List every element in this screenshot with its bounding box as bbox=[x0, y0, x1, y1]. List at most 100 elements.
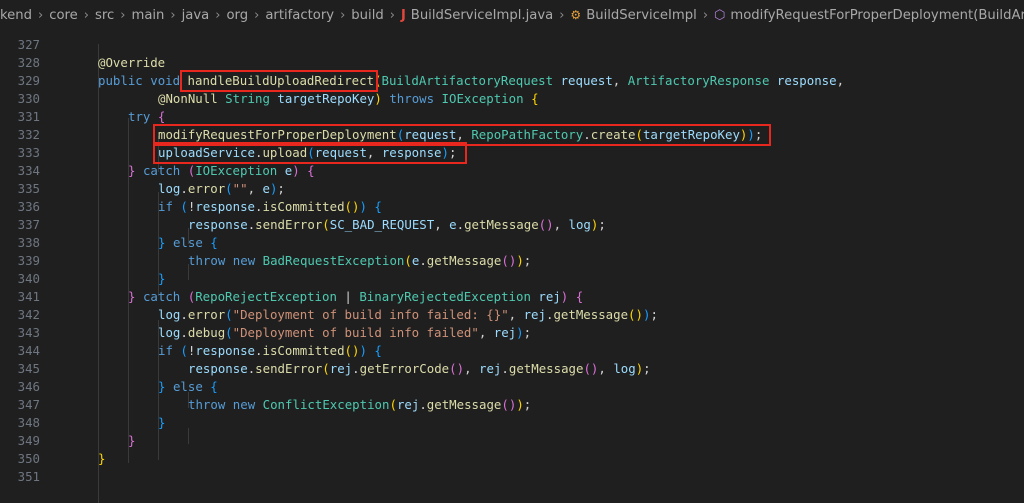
code-line[interactable]: 336 if (!response.isCommitted()) { bbox=[0, 198, 1024, 216]
method-call: getMessage bbox=[426, 253, 502, 268]
keyword: void bbox=[150, 73, 181, 88]
code-line[interactable]: 342 log.error("Deployment of build info … bbox=[0, 306, 1024, 324]
type-name: BinaryRejectedException bbox=[359, 289, 531, 304]
highlight-box-upload bbox=[153, 142, 467, 164]
line-number: 351 bbox=[17, 469, 40, 484]
code-line[interactable]: 327 bbox=[0, 36, 1024, 54]
keyword: throw bbox=[188, 253, 226, 268]
keyword: throw bbox=[188, 397, 226, 412]
variable: log bbox=[568, 217, 591, 232]
code-line[interactable]: 330 @NonNull String targetRepoKey) throw… bbox=[0, 90, 1024, 108]
variable: rej bbox=[493, 325, 517, 340]
code-line[interactable]: 329 public void handleBuildUploadRedirec… bbox=[0, 72, 1024, 90]
type-name: BadRequestException bbox=[262, 253, 405, 268]
code-line[interactable]: 350 } bbox=[0, 450, 1024, 468]
code-line[interactable]: 346 } else { bbox=[0, 378, 1024, 396]
breadcrumb-item-backend[interactable]: kend bbox=[0, 8, 32, 23]
breadcrumb-item-file[interactable]: BuildServiceImpl.java bbox=[411, 8, 553, 23]
code-line[interactable]: 344 if (!response.isCommitted()) { bbox=[0, 342, 1024, 360]
line-number: 331 bbox=[17, 109, 40, 124]
chevron-right-icon: › bbox=[254, 7, 260, 23]
type-name: IOException bbox=[441, 91, 524, 106]
line-number: 341 bbox=[17, 289, 40, 304]
chevron-right-icon: › bbox=[340, 7, 346, 23]
type-name: ConflictException bbox=[262, 397, 390, 412]
line-number: 343 bbox=[17, 325, 40, 340]
method-call: getErrorCode bbox=[359, 361, 450, 376]
method-call: getMessage bbox=[553, 307, 629, 322]
code-line[interactable]: 347 throw new ConflictException(rej.getM… bbox=[0, 396, 1024, 414]
code-line[interactable]: 339 throw new BadRequestException(e.getM… bbox=[0, 252, 1024, 270]
code-editor[interactable]: 327 328 @Override 329 public void handle… bbox=[0, 30, 1024, 503]
line-number: 344 bbox=[17, 343, 40, 358]
variable: rej bbox=[329, 361, 353, 376]
variable: log bbox=[158, 325, 181, 340]
line-number: 336 bbox=[17, 199, 40, 214]
class-symbol-icon: ⚙ bbox=[570, 8, 582, 22]
keyword: catch bbox=[142, 289, 181, 304]
line-number: 327 bbox=[17, 37, 40, 52]
breadcrumb-item-class[interactable]: BuildServiceImpl bbox=[586, 8, 697, 23]
method-call: debug bbox=[187, 325, 226, 340]
type-name: String bbox=[225, 91, 270, 106]
variable: rej bbox=[538, 289, 561, 304]
line-number: 350 bbox=[17, 451, 40, 466]
breadcrumb-item-artifactory[interactable]: artifactory bbox=[265, 8, 334, 23]
parameter: targetRepoKey bbox=[277, 91, 375, 106]
code-line[interactable]: 337 response.sendError(SC_BAD_REQUEST, e… bbox=[0, 216, 1024, 234]
java-file-icon: J bbox=[400, 7, 406, 23]
code-line[interactable]: 340 } bbox=[0, 270, 1024, 288]
method-call: sendError bbox=[255, 217, 323, 232]
variable: rej bbox=[523, 307, 546, 322]
chevron-right-icon: › bbox=[389, 7, 395, 23]
chevron-right-icon: › bbox=[83, 7, 89, 23]
breadcrumb-item-method[interactable]: modifyRequestForProperDeployment(BuildAr… bbox=[730, 8, 1024, 23]
code-line[interactable]: 335 log.error("", e); bbox=[0, 180, 1024, 198]
variable: response bbox=[195, 199, 256, 214]
line-number: 342 bbox=[17, 307, 40, 322]
chevron-right-icon: › bbox=[120, 7, 126, 23]
code-line[interactable]: 349 } bbox=[0, 432, 1024, 450]
code-line[interactable]: 341 } catch (RepoRejectException | Binar… bbox=[0, 288, 1024, 306]
breadcrumb: kend › core › src › main › java › org › … bbox=[0, 0, 1024, 30]
keyword: throws bbox=[389, 91, 435, 106]
variable: e bbox=[262, 181, 270, 196]
code-line[interactable]: 328 @Override bbox=[0, 54, 1024, 72]
breadcrumb-item-org[interactable]: org bbox=[226, 8, 248, 23]
keyword: new bbox=[232, 253, 256, 268]
line-number: 329 bbox=[17, 73, 40, 88]
keyword: try bbox=[128, 109, 151, 124]
string-literal: "" bbox=[232, 181, 248, 196]
code-line[interactable]: 348 } bbox=[0, 414, 1024, 432]
variable: log bbox=[158, 181, 181, 196]
code-line[interactable]: 345 response.sendError(rej.getErrorCode(… bbox=[0, 360, 1024, 378]
line-number: 334 bbox=[17, 163, 40, 178]
method-call: getMessage bbox=[426, 397, 502, 412]
line-number: 339 bbox=[17, 253, 40, 268]
breadcrumb-item-java[interactable]: java bbox=[182, 8, 210, 23]
line-number: 332 bbox=[17, 127, 40, 142]
annotation: @NonNull bbox=[158, 91, 218, 106]
code-line[interactable]: 338 } else { bbox=[0, 234, 1024, 252]
line-number: 335 bbox=[17, 181, 40, 196]
chevron-right-icon: › bbox=[38, 7, 44, 23]
keyword: catch bbox=[142, 163, 181, 178]
breadcrumb-item-main[interactable]: main bbox=[131, 8, 164, 23]
parameter: response bbox=[776, 73, 837, 88]
keyword: else bbox=[172, 379, 203, 394]
breadcrumb-item-build[interactable]: build bbox=[351, 8, 383, 23]
method-call: getMessage bbox=[464, 217, 539, 232]
chevron-right-icon: › bbox=[702, 7, 709, 23]
line-number: 340 bbox=[17, 271, 40, 286]
line-number: 349 bbox=[17, 433, 40, 448]
variable: response bbox=[188, 361, 248, 376]
breadcrumb-item-core[interactable]: core bbox=[49, 8, 78, 23]
type-name: RepoRejectException bbox=[195, 289, 337, 304]
breadcrumb-item-src[interactable]: src bbox=[95, 8, 114, 23]
line-number: 337 bbox=[17, 217, 40, 232]
type-name: ArtifactoryResponse bbox=[627, 73, 770, 88]
code-line[interactable]: 334 } catch (IOException e) { bbox=[0, 162, 1024, 180]
code-line[interactable]: 343 log.debug("Deployment of build info … bbox=[0, 324, 1024, 342]
code-line[interactable]: 351 bbox=[0, 468, 1024, 486]
string-literal: "Deployment of build info failed" bbox=[232, 325, 479, 340]
